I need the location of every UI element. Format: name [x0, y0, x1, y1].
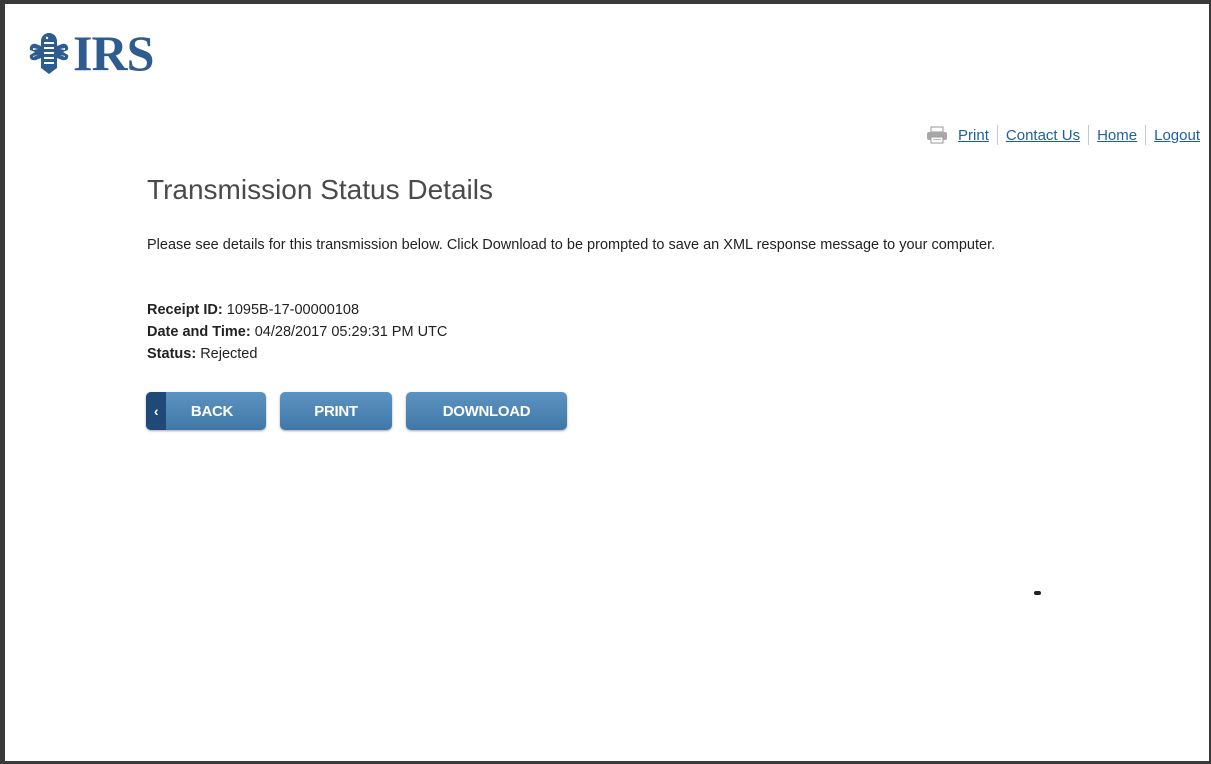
logout-link[interactable]: Logout: [1154, 127, 1200, 144]
nav-divider: [1145, 125, 1147, 145]
transmission-details: Receipt ID: 1095B-17-00000108 Date and T…: [147, 299, 447, 365]
receipt-id-label: Receipt ID:: [147, 302, 223, 318]
mouse-cursor-icon: [1034, 591, 1041, 595]
back-button[interactable]: ‹ BACK: [146, 392, 266, 430]
home-link[interactable]: Home: [1097, 127, 1137, 144]
print-link[interactable]: Print: [958, 127, 989, 144]
back-button-label: BACK: [190, 402, 234, 420]
status-row: Status: Rejected: [147, 343, 447, 365]
print-button[interactable]: PRINT: [280, 392, 392, 430]
print-button-label: PRINT: [314, 402, 358, 420]
status-label: Status:: [147, 346, 197, 362]
date-time-value: 04/28/2017 05:29:31 PM UTC: [254, 324, 448, 340]
receipt-id-value: 1095B-17-00000108: [226, 302, 360, 318]
date-time-row: Date and Time: 04/28/2017 05:29:31 PM UT…: [147, 321, 447, 343]
contact-us-link[interactable]: Contact Us: [1006, 127, 1080, 144]
status-value: Rejected: [200, 346, 258, 362]
receipt-id-row: Receipt ID: 1095B-17-00000108: [147, 299, 447, 321]
browser-window: IRS Print Contact Us Home Logout Transmi…: [0, 0, 1211, 764]
utility-nav: Print Contact Us Home Logout: [926, 125, 1200, 145]
intro-text: Please see details for this transmission…: [147, 237, 996, 253]
date-time-label: Date and Time:: [147, 324, 251, 340]
chevron-left-icon: ‹: [146, 392, 166, 430]
page-title: Transmission Status Details: [147, 174, 493, 205]
action-buttons: ‹ BACK PRINT DOWNLOAD: [146, 392, 567, 430]
download-button-label: DOWNLOAD: [442, 402, 531, 420]
irs-logo[interactable]: IRS: [27, 25, 154, 81]
printer-icon[interactable]: [926, 126, 948, 144]
irs-eagle-logo-icon: [29, 33, 69, 74]
nav-divider: [996, 125, 998, 145]
download-button[interactable]: DOWNLOAD: [406, 392, 567, 430]
irs-logo-text: IRS: [73, 25, 154, 81]
nav-divider: [1088, 125, 1090, 145]
